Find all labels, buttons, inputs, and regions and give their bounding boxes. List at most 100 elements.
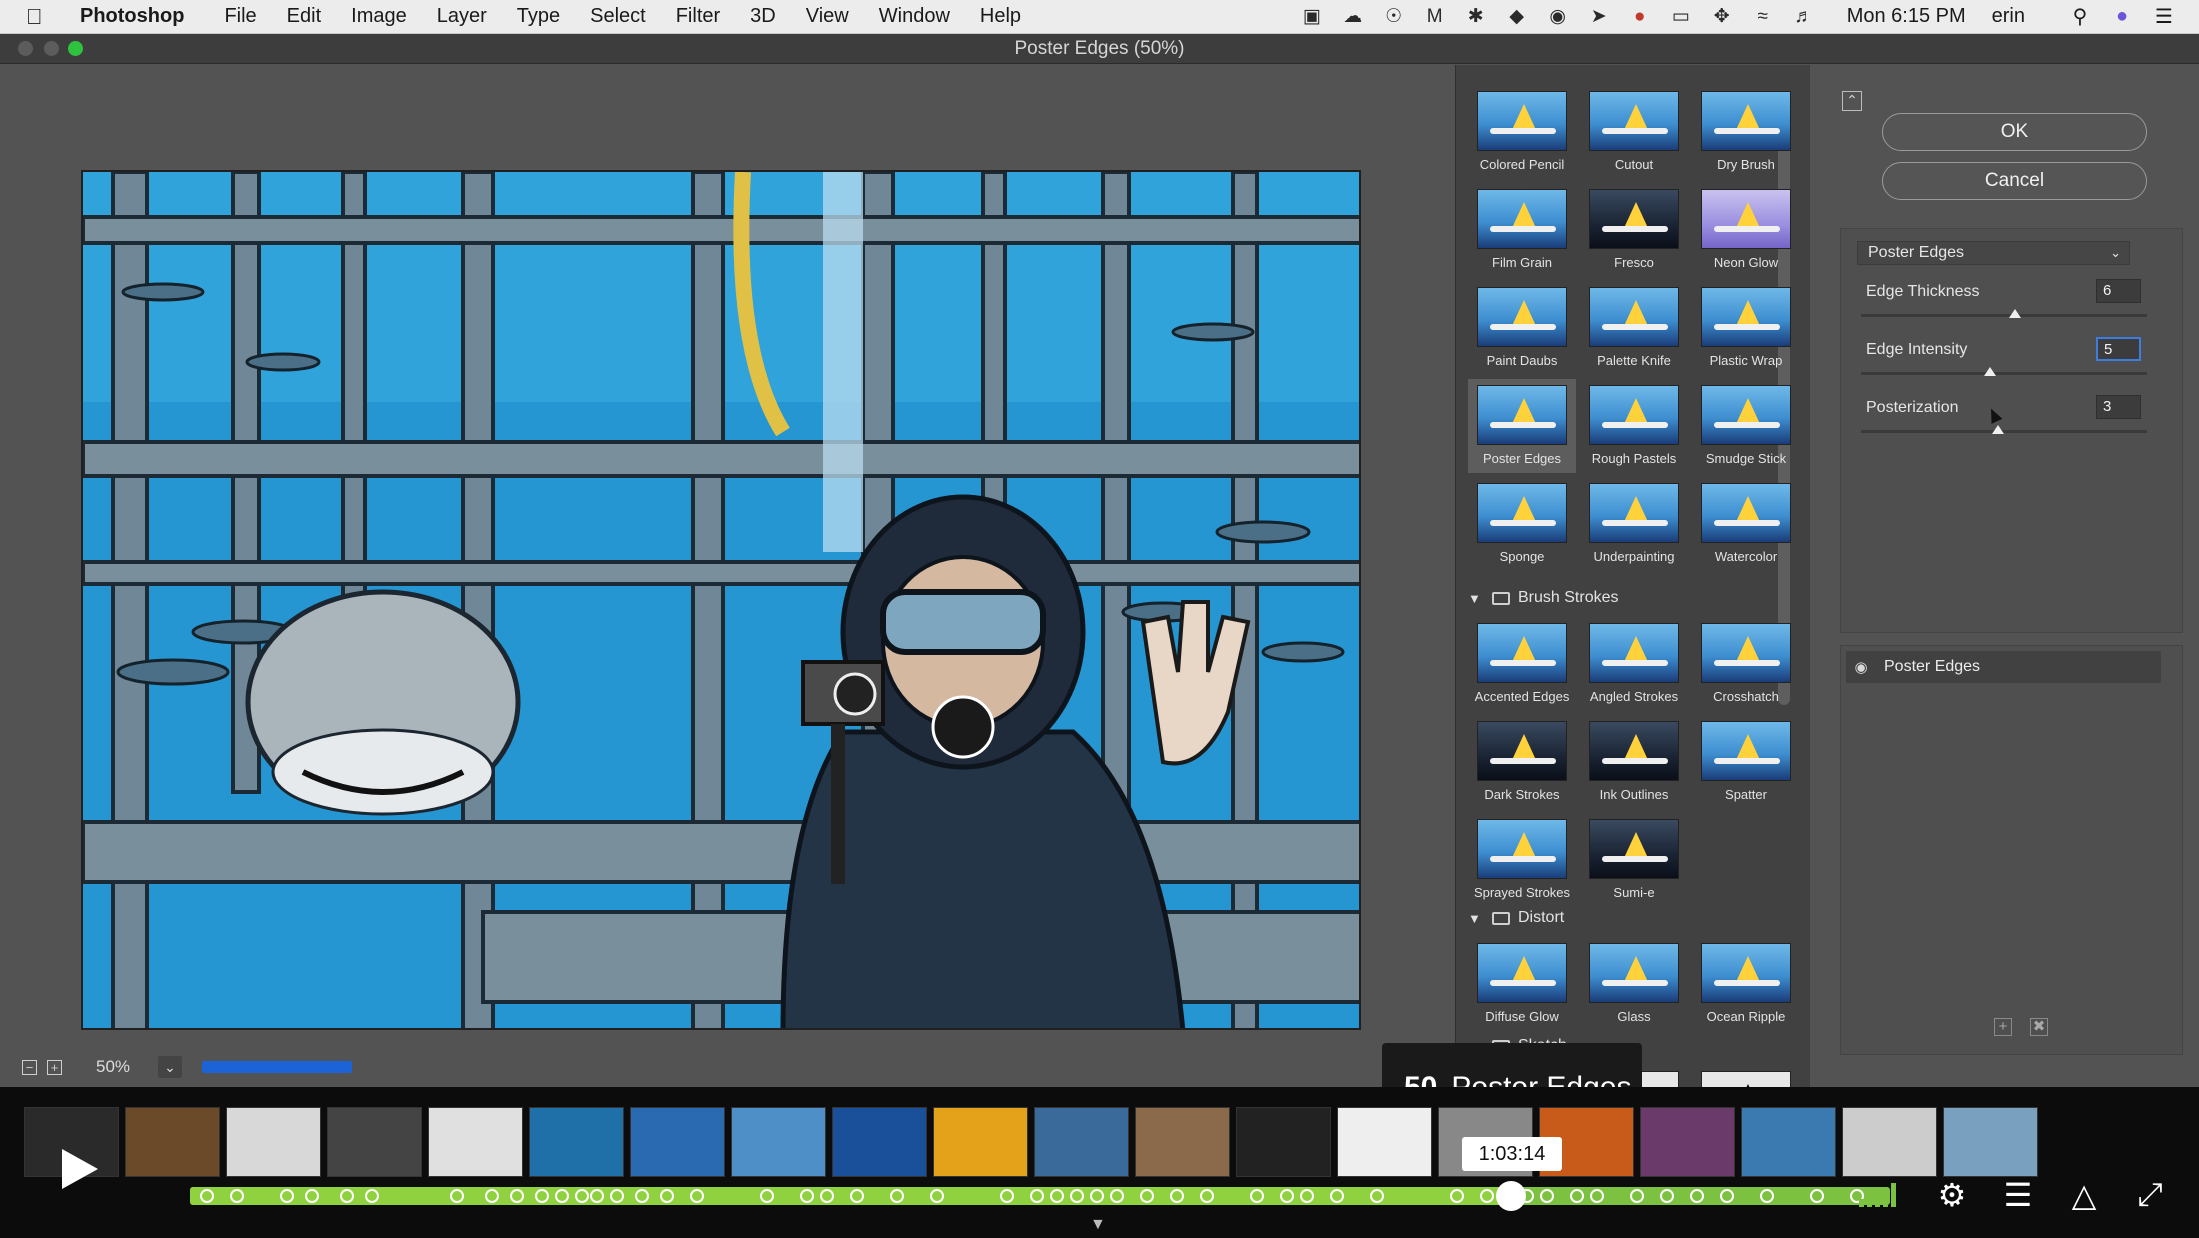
menu-image[interactable]: Image bbox=[351, 5, 407, 28]
filter-thumb-rough-pastels[interactable]: Rough Pastels bbox=[1580, 379, 1688, 473]
disclosure-triangle-icon[interactable]: ▼ bbox=[1468, 591, 1492, 606]
chapter-thumbnail[interactable] bbox=[1741, 1107, 1836, 1177]
filter-thumb-dry-brush[interactable]: Dry Brush bbox=[1692, 85, 1800, 179]
filter-thumb-watercolor[interactable]: Watercolor bbox=[1692, 477, 1800, 571]
chapter-thumbnail[interactable] bbox=[428, 1107, 523, 1177]
menu-layer[interactable]: Layer bbox=[437, 5, 487, 28]
gmail-icon[interactable]: M bbox=[1422, 5, 1448, 29]
edge-intensity-slider[interactable] bbox=[1861, 372, 2147, 375]
chapter-marker[interactable] bbox=[800, 1189, 814, 1203]
menu-select[interactable]: Select bbox=[590, 5, 646, 28]
notification-center-icon[interactable]: ☰ bbox=[2151, 4, 2177, 29]
filter-thumb-sponge[interactable]: Sponge bbox=[1468, 477, 1576, 571]
chapter-marker[interactable] bbox=[1250, 1189, 1264, 1203]
chapter-marker[interactable] bbox=[1330, 1189, 1344, 1203]
chapter-marker[interactable] bbox=[1070, 1189, 1084, 1203]
fullscreen-icon[interactable]: ⤢ bbox=[2131, 1176, 2169, 1214]
chapter-thumbnail[interactable] bbox=[630, 1107, 725, 1177]
camera-icon[interactable]: ◉ bbox=[1545, 5, 1571, 29]
filter-thumb-fresco[interactable]: Fresco bbox=[1580, 183, 1688, 277]
timeline-scrubber[interactable] bbox=[1496, 1181, 1526, 1211]
chapter-marker[interactable] bbox=[690, 1189, 704, 1203]
visibility-eye-icon[interactable]: ◉ bbox=[1846, 658, 1876, 676]
creative-cloud-icon[interactable]: ☁ bbox=[1340, 5, 1366, 29]
group-brush-strokes[interactable]: ▼ Brush Strokes bbox=[1468, 583, 1788, 613]
chapter-marker[interactable] bbox=[890, 1189, 904, 1203]
chapter-marker[interactable] bbox=[1140, 1189, 1154, 1203]
chapter-filmstrip[interactable] bbox=[24, 1107, 2174, 1177]
chapter-thumbnail[interactable] bbox=[1640, 1107, 1735, 1177]
filter-thumb-plastic-wrap[interactable]: Plastic Wrap bbox=[1692, 281, 1800, 375]
chapter-thumbnail[interactable] bbox=[731, 1107, 826, 1177]
filter-thumb-underpainting[interactable]: Underpainting bbox=[1580, 477, 1688, 571]
chapter-marker[interactable] bbox=[575, 1189, 589, 1203]
chapter-marker[interactable] bbox=[1000, 1189, 1014, 1203]
filter-thumb-smudge-stick[interactable]: Smudge Stick bbox=[1692, 379, 1800, 473]
edge-thickness-slider[interactable] bbox=[1861, 314, 2147, 317]
chapter-marker[interactable] bbox=[635, 1189, 649, 1203]
minimize-window-button[interactable] bbox=[44, 41, 59, 56]
settings-gear-icon[interactable]: ⚙ bbox=[1933, 1176, 1971, 1214]
chapter-marker[interactable] bbox=[1690, 1189, 1704, 1203]
chapter-marker[interactable] bbox=[1050, 1189, 1064, 1203]
filter-thumb-sprayed-strokes[interactable]: Sprayed Strokes bbox=[1468, 813, 1576, 907]
menu-filter[interactable]: Filter bbox=[676, 5, 720, 28]
move-icon[interactable]: ✥ bbox=[1709, 5, 1735, 29]
zoom-in-button[interactable]: + bbox=[47, 1059, 62, 1075]
filter-select-dropdown[interactable]: Poster Edges ⌄ bbox=[1857, 241, 2130, 265]
chapter-marker[interactable] bbox=[1590, 1189, 1604, 1203]
filter-thumb-crosshatch[interactable]: Crosshatch bbox=[1692, 617, 1800, 711]
chapter-marker[interactable] bbox=[555, 1189, 569, 1203]
chapter-thumbnail[interactable] bbox=[1135, 1107, 1230, 1177]
filter-thumb-sketch-2[interactable] bbox=[1692, 1065, 1800, 1087]
siri-icon[interactable]: ● bbox=[2109, 5, 2135, 28]
menubar-clock[interactable]: Mon 6:15 PM bbox=[1847, 5, 1966, 28]
preview-image[interactable] bbox=[81, 170, 1361, 1030]
zoom-out-button[interactable]: − bbox=[22, 1059, 37, 1075]
filter-thumb-paint-daubs[interactable]: Paint Daubs bbox=[1468, 281, 1576, 375]
timeline-bar[interactable] bbox=[190, 1187, 1890, 1205]
chapter-marker[interactable] bbox=[660, 1189, 674, 1203]
airplay-icon[interactable]: △ bbox=[2065, 1176, 2103, 1214]
chapter-marker[interactable] bbox=[1540, 1189, 1554, 1203]
chapter-marker[interactable] bbox=[1280, 1189, 1294, 1203]
chapter-marker[interactable] bbox=[485, 1189, 499, 1203]
new-effect-layer-icon[interactable]: + bbox=[1994, 1018, 2012, 1036]
close-window-button[interactable] bbox=[18, 41, 33, 56]
chapter-marker[interactable] bbox=[305, 1189, 319, 1203]
chapter-marker[interactable] bbox=[1200, 1189, 1214, 1203]
chapter-marker[interactable] bbox=[1660, 1189, 1674, 1203]
chapter-marker[interactable] bbox=[1450, 1189, 1464, 1203]
filter-thumb-neon-glow[interactable]: Neon Glow bbox=[1692, 183, 1800, 277]
filter-thumb-film-grain[interactable]: Film Grain bbox=[1468, 183, 1576, 277]
airplay-icon[interactable]: ▭ bbox=[1668, 5, 1694, 29]
arrow-app-icon[interactable]: ➤ bbox=[1586, 5, 1612, 29]
chapter-marker[interactable] bbox=[1630, 1189, 1644, 1203]
chapter-thumbnail[interactable] bbox=[1842, 1107, 1937, 1177]
chapter-thumbnail[interactable] bbox=[933, 1107, 1028, 1177]
chapter-marker[interactable] bbox=[1030, 1189, 1044, 1203]
chapter-marker[interactable] bbox=[340, 1189, 354, 1203]
bluetooth-icon[interactable]: ✱ bbox=[1463, 5, 1489, 29]
preview-area[interactable]: − + 50% ⌄ bbox=[0, 65, 1450, 1087]
filter-thumb-ocean-ripple[interactable]: Ocean Ripple bbox=[1692, 937, 1800, 1031]
menu-edit[interactable]: Edit bbox=[287, 5, 321, 28]
chapter-marker[interactable] bbox=[1300, 1189, 1314, 1203]
chapter-marker[interactable] bbox=[1720, 1189, 1734, 1203]
volume-icon[interactable]: ♬ bbox=[1791, 5, 1817, 29]
filter-thumb-colored-pencil[interactable]: Colored Pencil bbox=[1468, 85, 1576, 179]
chapter-thumbnail[interactable] bbox=[1236, 1107, 1331, 1177]
delete-effect-layer-icon[interactable]: ✖ bbox=[2030, 1018, 2048, 1036]
chapter-marker[interactable] bbox=[365, 1189, 379, 1203]
chapter-thumbnail[interactable] bbox=[327, 1107, 422, 1177]
menu-view[interactable]: View bbox=[806, 5, 849, 28]
chapter-marker[interactable] bbox=[1810, 1189, 1824, 1203]
edge-intensity-input[interactable]: 5 bbox=[2096, 337, 2141, 361]
chapters-list-icon[interactable]: ☰ bbox=[1999, 1176, 2037, 1214]
chapter-marker[interactable] bbox=[200, 1189, 214, 1203]
menubar-user[interactable]: erin bbox=[1992, 5, 2025, 28]
wifi-icon[interactable]: ≈ bbox=[1750, 5, 1776, 29]
chapter-marker[interactable] bbox=[230, 1189, 244, 1203]
chapter-marker[interactable] bbox=[1170, 1189, 1184, 1203]
chapter-thumbnail[interactable] bbox=[529, 1107, 624, 1177]
